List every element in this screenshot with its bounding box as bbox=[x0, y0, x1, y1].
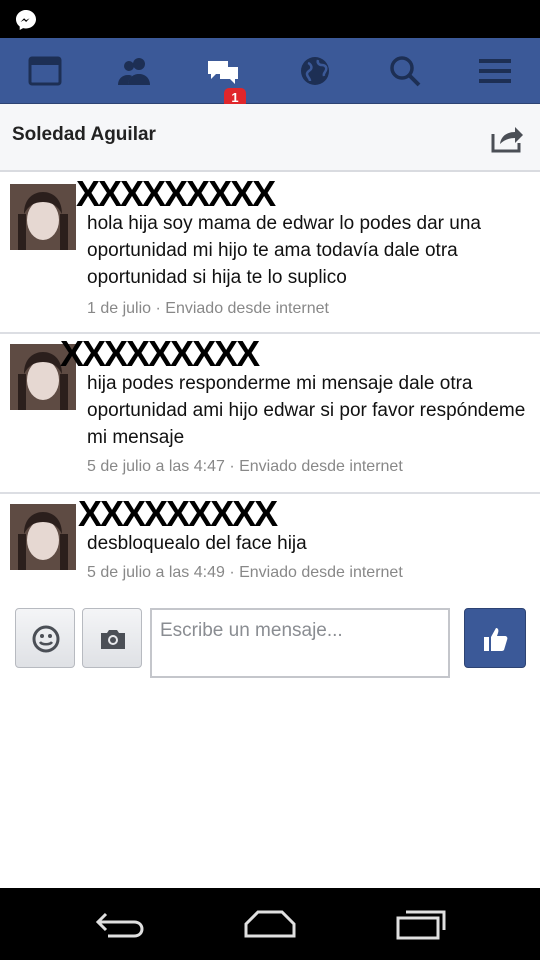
camera-icon bbox=[101, 630, 125, 649]
emoji-button[interactable] bbox=[15, 608, 75, 668]
sender-name-redacted: XXXXXXXXX bbox=[60, 333, 260, 374]
menu-icon[interactable] bbox=[478, 55, 512, 87]
message-timestamp: 5 de julio a las 4:47 · Enviado desde in… bbox=[87, 458, 403, 475]
sender-name-redacted: XXXXXXXXX bbox=[78, 493, 278, 534]
message-timestamp: 5 de julio a las 4:49 · Enviado desde in… bbox=[87, 564, 403, 581]
emoji-icon bbox=[32, 625, 60, 653]
conversation-header: Soledad Aguilar bbox=[0, 104, 540, 172]
camera-button[interactable] bbox=[82, 608, 142, 668]
share-icon[interactable] bbox=[490, 122, 524, 154]
like-send-button[interactable] bbox=[464, 608, 526, 668]
message-text: hola hija soy mama de edwar lo podes dar… bbox=[87, 213, 481, 288]
conversation-view: Soledad Aguilar XXXXXXXXX hola hija soy … bbox=[0, 104, 540, 888]
message-timestamp: 1 de julio · Enviado desde internet bbox=[87, 300, 329, 317]
notifications-globe-icon[interactable] bbox=[298, 55, 332, 87]
avatar bbox=[10, 184, 76, 250]
message-composer: Escribe un mensaje... bbox=[0, 604, 540, 694]
message-item: XXXXXXXXX desbloquealo del face hija 5 d… bbox=[0, 494, 540, 594]
facebook-top-nav: 1 bbox=[0, 38, 540, 108]
news-feed-icon[interactable] bbox=[28, 55, 62, 87]
message-text: desbloquealo del face hija bbox=[87, 533, 307, 554]
conversation-title: Soledad Aguilar bbox=[12, 124, 156, 145]
friend-requests-icon[interactable] bbox=[118, 55, 152, 87]
message-item: XXXXXXXXX hija podes responderme mi mens… bbox=[0, 334, 540, 494]
status-bar bbox=[0, 0, 540, 38]
messages-icon[interactable] bbox=[206, 55, 240, 87]
back-icon[interactable] bbox=[92, 906, 148, 942]
android-navigation-bar bbox=[0, 888, 540, 960]
thumbs-up-icon bbox=[484, 628, 508, 651]
sender-name-redacted: XXXXXXXXX bbox=[76, 173, 276, 214]
search-icon[interactable] bbox=[388, 55, 422, 87]
message-item: XXXXXXXXX hola hija soy mama de edwar lo… bbox=[0, 174, 540, 334]
recents-icon[interactable] bbox=[394, 906, 450, 942]
messenger-icon bbox=[14, 8, 38, 32]
message-text: hija podes responderme mi mensaje dale o… bbox=[87, 373, 526, 448]
home-icon[interactable] bbox=[242, 906, 298, 942]
avatar bbox=[10, 504, 76, 570]
message-input[interactable]: Escribe un mensaje... bbox=[150, 608, 450, 678]
